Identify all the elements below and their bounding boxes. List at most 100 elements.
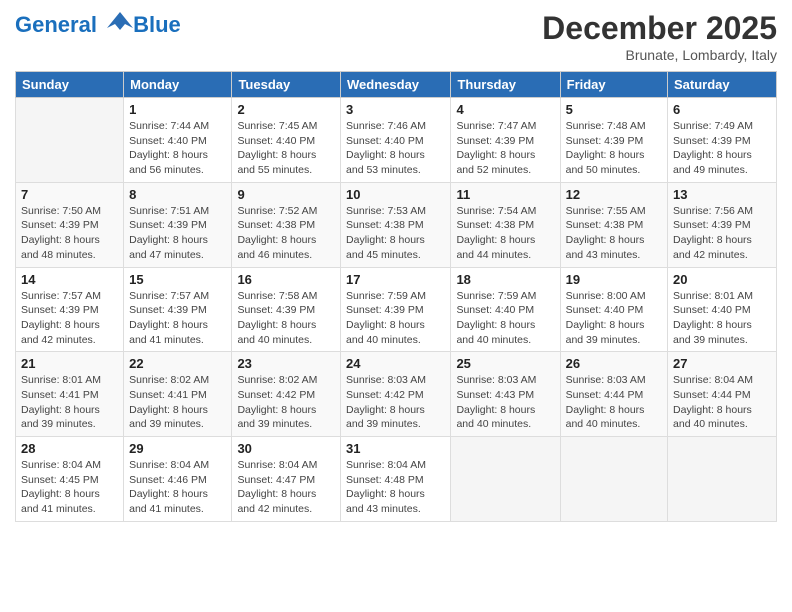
title-block: December 2025 Brunate, Lombardy, Italy bbox=[542, 10, 777, 63]
logo: General Blue bbox=[15, 10, 181, 38]
logo-general: General bbox=[15, 12, 97, 37]
table-row: 15Sunrise: 7:57 AMSunset: 4:39 PMDayligh… bbox=[124, 267, 232, 352]
table-row bbox=[560, 437, 667, 522]
table-row: 29Sunrise: 8:04 AMSunset: 4:46 PMDayligh… bbox=[124, 437, 232, 522]
day-info: Sunrise: 8:00 AMSunset: 4:40 PMDaylight:… bbox=[566, 289, 662, 348]
day-info: Sunrise: 8:04 AMSunset: 4:48 PMDaylight:… bbox=[346, 458, 445, 517]
day-info: Sunrise: 8:04 AMSunset: 4:47 PMDaylight:… bbox=[237, 458, 335, 517]
day-info: Sunrise: 8:04 AMSunset: 4:45 PMDaylight:… bbox=[21, 458, 118, 517]
table-row: 13 Sunrise: 7:56 AMSunset: 4:39 PMDayligh… bbox=[668, 182, 777, 267]
day-info: Sunrise: 7:54 AMSunset: 4:38 PMDaylight:… bbox=[456, 204, 554, 263]
day-info: Sunrise: 8:02 AMSunset: 4:42 PMDaylight:… bbox=[237, 373, 335, 432]
table-row: 10 Sunrise: 7:53 AMSunset: 4:38 PMDayligh… bbox=[341, 182, 451, 267]
day-info: Sunrise: 8:02 AMSunset: 4:41 PMDaylight:… bbox=[129, 373, 226, 432]
day-number: 19 bbox=[566, 272, 662, 287]
table-row: 3 Sunrise: 7:46 AMSunset: 4:40 PMDaylight… bbox=[341, 98, 451, 183]
day-number: 28 bbox=[21, 441, 118, 456]
day-info: Sunrise: 7:59 AMSunset: 4:39 PMDaylight:… bbox=[346, 289, 445, 348]
day-info: Sunrise: 7:46 AMSunset: 4:40 PMDaylight:… bbox=[346, 119, 445, 178]
day-number: 11 bbox=[456, 187, 554, 202]
day-number: 18 bbox=[456, 272, 554, 287]
day-number: 14 bbox=[21, 272, 118, 287]
table-row: 8 Sunrise: 7:51 AMSunset: 4:39 PMDaylight… bbox=[124, 182, 232, 267]
day-info: Sunrise: 8:03 AMSunset: 4:44 PMDaylight:… bbox=[566, 373, 662, 432]
table-row: 19 Sunrise: 8:00 AMSunset: 4:40 PMDayligh… bbox=[560, 267, 667, 352]
header-friday: Friday bbox=[560, 72, 667, 98]
day-number: 13 bbox=[673, 187, 771, 202]
day-number: 23 bbox=[237, 356, 335, 371]
day-number: 22 bbox=[129, 356, 226, 371]
day-number: 21 bbox=[21, 356, 118, 371]
header-saturday: Saturday bbox=[668, 72, 777, 98]
table-row: 4Sunrise: 7:47 AMSunset: 4:39 PMDaylight… bbox=[451, 98, 560, 183]
calendar-week-5: 28 Sunrise: 8:04 AMSunset: 4:45 PMDayligh… bbox=[16, 437, 777, 522]
calendar-table: Sunday Monday Tuesday Wednesday Thursday… bbox=[15, 71, 777, 522]
day-info: Sunrise: 8:03 AMSunset: 4:42 PMDaylight:… bbox=[346, 373, 445, 432]
day-info: Sunrise: 7:51 AMSunset: 4:39 PMDaylight:… bbox=[129, 204, 226, 263]
day-number: 7 bbox=[21, 187, 118, 202]
table-row: 9 Sunrise: 7:52 AMSunset: 4:38 PMDaylight… bbox=[232, 182, 341, 267]
table-row: 24 Sunrise: 8:03 AMSunset: 4:42 PMDayligh… bbox=[341, 352, 451, 437]
month-title: December 2025 bbox=[542, 10, 777, 47]
day-number: 10 bbox=[346, 187, 445, 202]
calendar-week-4: 21 Sunrise: 8:01 AMSunset: 4:41 PMDayligh… bbox=[16, 352, 777, 437]
header-thursday: Thursday bbox=[451, 72, 560, 98]
day-info: Sunrise: 7:50 AMSunset: 4:39 PMDaylight:… bbox=[21, 204, 118, 263]
table-row: 12Sunrise: 7:55 AMSunset: 4:38 PMDayligh… bbox=[560, 182, 667, 267]
table-row bbox=[451, 437, 560, 522]
day-info: Sunrise: 8:04 AMSunset: 4:44 PMDaylight:… bbox=[673, 373, 771, 432]
day-number: 9 bbox=[237, 187, 335, 202]
day-info: Sunrise: 7:44 AMSunset: 4:40 PMDaylight:… bbox=[129, 119, 226, 178]
day-info: Sunrise: 7:49 AMSunset: 4:39 PMDaylight:… bbox=[673, 119, 771, 178]
day-info: Sunrise: 7:48 AMSunset: 4:39 PMDaylight:… bbox=[566, 119, 662, 178]
table-row: 14Sunrise: 7:57 AMSunset: 4:39 PMDayligh… bbox=[16, 267, 124, 352]
day-number: 16 bbox=[237, 272, 335, 287]
header-monday: Monday bbox=[124, 72, 232, 98]
logo-blue: Blue bbox=[133, 12, 181, 38]
day-number: 31 bbox=[346, 441, 445, 456]
page-container: General Blue December 2025 Brunate, Lomb… bbox=[0, 0, 792, 532]
table-row: 2 Sunrise: 7:45 AMSunset: 4:40 PMDaylight… bbox=[232, 98, 341, 183]
location: Brunate, Lombardy, Italy bbox=[542, 47, 777, 63]
table-row: 31 Sunrise: 8:04 AMSunset: 4:48 PMDayligh… bbox=[341, 437, 451, 522]
table-row: 6Sunrise: 7:49 AMSunset: 4:39 PMDaylight… bbox=[668, 98, 777, 183]
header-tuesday: Tuesday bbox=[232, 72, 341, 98]
day-number: 30 bbox=[237, 441, 335, 456]
table-row: 7 Sunrise: 7:50 AMSunset: 4:39 PMDaylight… bbox=[16, 182, 124, 267]
day-info: Sunrise: 7:53 AMSunset: 4:38 PMDaylight:… bbox=[346, 204, 445, 263]
logo-text: General bbox=[15, 10, 135, 37]
day-number: 27 bbox=[673, 356, 771, 371]
day-info: Sunrise: 8:03 AMSunset: 4:43 PMDaylight:… bbox=[456, 373, 554, 432]
day-number: 3 bbox=[346, 102, 445, 117]
day-number: 24 bbox=[346, 356, 445, 371]
table-row: 21 Sunrise: 8:01 AMSunset: 4:41 PMDayligh… bbox=[16, 352, 124, 437]
day-number: 5 bbox=[566, 102, 662, 117]
table-row: 25Sunrise: 8:03 AMSunset: 4:43 PMDayligh… bbox=[451, 352, 560, 437]
table-row bbox=[16, 98, 124, 183]
day-info: Sunrise: 7:47 AMSunset: 4:39 PMDaylight:… bbox=[456, 119, 554, 178]
day-info: Sunrise: 7:56 AMSunset: 4:39 PMDaylight:… bbox=[673, 204, 771, 263]
header-sunday: Sunday bbox=[16, 72, 124, 98]
table-row: 18Sunrise: 7:59 AMSunset: 4:40 PMDayligh… bbox=[451, 267, 560, 352]
day-info: Sunrise: 7:58 AMSunset: 4:39 PMDaylight:… bbox=[237, 289, 335, 348]
logo-bird-icon bbox=[105, 10, 135, 32]
day-number: 2 bbox=[237, 102, 335, 117]
table-row: 16 Sunrise: 7:58 AMSunset: 4:39 PMDayligh… bbox=[232, 267, 341, 352]
day-info: Sunrise: 7:45 AMSunset: 4:40 PMDaylight:… bbox=[237, 119, 335, 178]
calendar-week-3: 14Sunrise: 7:57 AMSunset: 4:39 PMDayligh… bbox=[16, 267, 777, 352]
table-row: 26Sunrise: 8:03 AMSunset: 4:44 PMDayligh… bbox=[560, 352, 667, 437]
day-info: Sunrise: 8:01 AMSunset: 4:41 PMDaylight:… bbox=[21, 373, 118, 432]
day-info: Sunrise: 8:04 AMSunset: 4:46 PMDaylight:… bbox=[129, 458, 226, 517]
table-row: 30 Sunrise: 8:04 AMSunset: 4:47 PMDayligh… bbox=[232, 437, 341, 522]
table-row: 27 Sunrise: 8:04 AMSunset: 4:44 PMDayligh… bbox=[668, 352, 777, 437]
day-number: 1 bbox=[129, 102, 226, 117]
day-number: 17 bbox=[346, 272, 445, 287]
calendar-week-2: 7 Sunrise: 7:50 AMSunset: 4:39 PMDaylight… bbox=[16, 182, 777, 267]
day-number: 8 bbox=[129, 187, 226, 202]
table-row: 11 Sunrise: 7:54 AMSunset: 4:38 PMDayligh… bbox=[451, 182, 560, 267]
table-row: 5 Sunrise: 7:48 AMSunset: 4:39 PMDaylight… bbox=[560, 98, 667, 183]
day-info: Sunrise: 7:52 AMSunset: 4:38 PMDaylight:… bbox=[237, 204, 335, 263]
table-row: 22 Sunrise: 8:02 AMSunset: 4:41 PMDayligh… bbox=[124, 352, 232, 437]
table-row: 28 Sunrise: 8:04 AMSunset: 4:45 PMDayligh… bbox=[16, 437, 124, 522]
table-row: 23 Sunrise: 8:02 AMSunset: 4:42 PMDayligh… bbox=[232, 352, 341, 437]
